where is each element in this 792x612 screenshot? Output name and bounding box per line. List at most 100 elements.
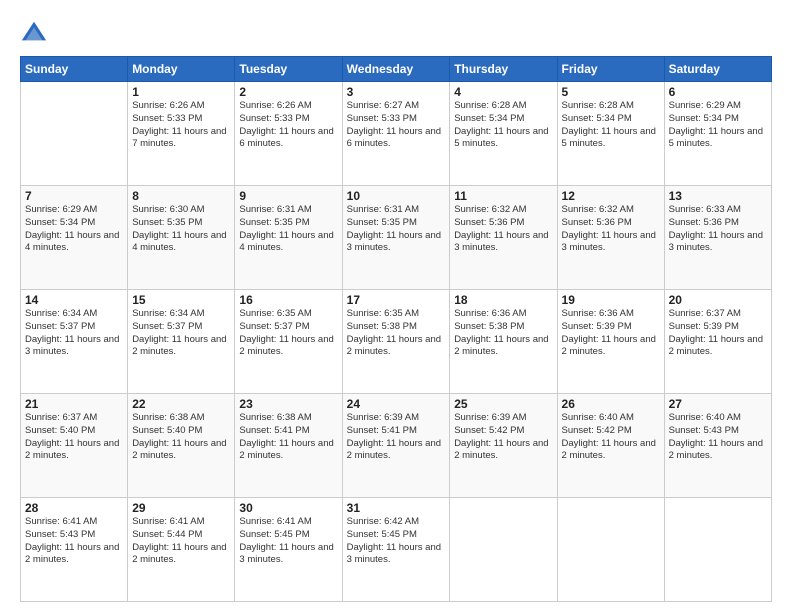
cell-info: Sunrise: 6:36 AMSunset: 5:38 PMDaylight:… (454, 308, 552, 359)
cell-info: Sunrise: 6:26 AMSunset: 5:33 PMDaylight:… (239, 100, 337, 151)
weekday-header: Monday (128, 57, 235, 82)
header (20, 18, 772, 46)
weekday-header: Friday (557, 57, 664, 82)
day-number: 4 (454, 85, 552, 99)
cell-info: Sunrise: 6:41 AMSunset: 5:43 PMDaylight:… (25, 516, 123, 567)
day-number: 9 (239, 189, 337, 203)
day-number: 18 (454, 293, 552, 307)
day-number: 5 (562, 85, 660, 99)
cell-info: Sunrise: 6:37 AMSunset: 5:40 PMDaylight:… (25, 412, 123, 463)
calendar-cell: 26 Sunrise: 6:40 AMSunset: 5:42 PMDaylig… (557, 394, 664, 498)
cell-info: Sunrise: 6:35 AMSunset: 5:38 PMDaylight:… (347, 308, 446, 359)
cell-info: Sunrise: 6:38 AMSunset: 5:41 PMDaylight:… (239, 412, 337, 463)
day-number: 17 (347, 293, 446, 307)
calendar-cell: 5 Sunrise: 6:28 AMSunset: 5:34 PMDayligh… (557, 82, 664, 186)
day-number: 19 (562, 293, 660, 307)
calendar-week-row: 21 Sunrise: 6:37 AMSunset: 5:40 PMDaylig… (21, 394, 772, 498)
calendar-cell: 4 Sunrise: 6:28 AMSunset: 5:34 PMDayligh… (450, 82, 557, 186)
weekday-header: Sunday (21, 57, 128, 82)
calendar-cell: 13 Sunrise: 6:33 AMSunset: 5:36 PMDaylig… (664, 186, 771, 290)
cell-info: Sunrise: 6:40 AMSunset: 5:43 PMDaylight:… (669, 412, 767, 463)
day-number: 29 (132, 501, 230, 515)
day-number: 13 (669, 189, 767, 203)
calendar-week-row: 28 Sunrise: 6:41 AMSunset: 5:43 PMDaylig… (21, 498, 772, 602)
cell-info: Sunrise: 6:31 AMSunset: 5:35 PMDaylight:… (347, 204, 446, 255)
cell-info: Sunrise: 6:29 AMSunset: 5:34 PMDaylight:… (25, 204, 123, 255)
calendar-cell: 10 Sunrise: 6:31 AMSunset: 5:35 PMDaylig… (342, 186, 450, 290)
cell-info: Sunrise: 6:32 AMSunset: 5:36 PMDaylight:… (562, 204, 660, 255)
calendar-cell: 23 Sunrise: 6:38 AMSunset: 5:41 PMDaylig… (235, 394, 342, 498)
cell-info: Sunrise: 6:26 AMSunset: 5:33 PMDaylight:… (132, 100, 230, 151)
day-number: 31 (347, 501, 446, 515)
calendar-cell: 19 Sunrise: 6:36 AMSunset: 5:39 PMDaylig… (557, 290, 664, 394)
day-number: 14 (25, 293, 123, 307)
calendar-cell: 14 Sunrise: 6:34 AMSunset: 5:37 PMDaylig… (21, 290, 128, 394)
calendar-cell: 24 Sunrise: 6:39 AMSunset: 5:41 PMDaylig… (342, 394, 450, 498)
day-number: 27 (669, 397, 767, 411)
day-number: 16 (239, 293, 337, 307)
calendar-cell: 28 Sunrise: 6:41 AMSunset: 5:43 PMDaylig… (21, 498, 128, 602)
cell-info: Sunrise: 6:30 AMSunset: 5:35 PMDaylight:… (132, 204, 230, 255)
calendar-cell: 22 Sunrise: 6:38 AMSunset: 5:40 PMDaylig… (128, 394, 235, 498)
cell-info: Sunrise: 6:40 AMSunset: 5:42 PMDaylight:… (562, 412, 660, 463)
calendar-cell (664, 498, 771, 602)
calendar-week-row: 14 Sunrise: 6:34 AMSunset: 5:37 PMDaylig… (21, 290, 772, 394)
calendar-cell: 3 Sunrise: 6:27 AMSunset: 5:33 PMDayligh… (342, 82, 450, 186)
calendar-cell: 20 Sunrise: 6:37 AMSunset: 5:39 PMDaylig… (664, 290, 771, 394)
day-number: 7 (25, 189, 123, 203)
calendar-cell: 27 Sunrise: 6:40 AMSunset: 5:43 PMDaylig… (664, 394, 771, 498)
calendar-cell: 11 Sunrise: 6:32 AMSunset: 5:36 PMDaylig… (450, 186, 557, 290)
cell-info: Sunrise: 6:39 AMSunset: 5:41 PMDaylight:… (347, 412, 446, 463)
calendar-cell (450, 498, 557, 602)
day-number: 11 (454, 189, 552, 203)
weekday-header: Wednesday (342, 57, 450, 82)
calendar-cell: 1 Sunrise: 6:26 AMSunset: 5:33 PMDayligh… (128, 82, 235, 186)
weekday-header: Tuesday (235, 57, 342, 82)
day-number: 28 (25, 501, 123, 515)
calendar-cell: 21 Sunrise: 6:37 AMSunset: 5:40 PMDaylig… (21, 394, 128, 498)
calendar: SundayMondayTuesdayWednesdayThursdayFrid… (20, 56, 772, 602)
day-number: 22 (132, 397, 230, 411)
calendar-cell: 31 Sunrise: 6:42 AMSunset: 5:45 PMDaylig… (342, 498, 450, 602)
logo-icon (20, 18, 48, 46)
day-number: 15 (132, 293, 230, 307)
calendar-week-row: 1 Sunrise: 6:26 AMSunset: 5:33 PMDayligh… (21, 82, 772, 186)
calendar-cell: 18 Sunrise: 6:36 AMSunset: 5:38 PMDaylig… (450, 290, 557, 394)
day-number: 10 (347, 189, 446, 203)
day-number: 25 (454, 397, 552, 411)
day-number: 20 (669, 293, 767, 307)
day-number: 26 (562, 397, 660, 411)
day-number: 6 (669, 85, 767, 99)
calendar-cell: 17 Sunrise: 6:35 AMSunset: 5:38 PMDaylig… (342, 290, 450, 394)
calendar-cell: 8 Sunrise: 6:30 AMSunset: 5:35 PMDayligh… (128, 186, 235, 290)
page: SundayMondayTuesdayWednesdayThursdayFrid… (0, 0, 792, 612)
cell-info: Sunrise: 6:28 AMSunset: 5:34 PMDaylight:… (562, 100, 660, 151)
calendar-cell (557, 498, 664, 602)
cell-info: Sunrise: 6:28 AMSunset: 5:34 PMDaylight:… (454, 100, 552, 151)
weekday-header: Saturday (664, 57, 771, 82)
calendar-cell: 15 Sunrise: 6:34 AMSunset: 5:37 PMDaylig… (128, 290, 235, 394)
calendar-cell: 25 Sunrise: 6:39 AMSunset: 5:42 PMDaylig… (450, 394, 557, 498)
day-number: 8 (132, 189, 230, 203)
day-number: 2 (239, 85, 337, 99)
calendar-cell: 30 Sunrise: 6:41 AMSunset: 5:45 PMDaylig… (235, 498, 342, 602)
logo (20, 18, 52, 46)
cell-info: Sunrise: 6:34 AMSunset: 5:37 PMDaylight:… (25, 308, 123, 359)
day-number: 3 (347, 85, 446, 99)
cell-info: Sunrise: 6:27 AMSunset: 5:33 PMDaylight:… (347, 100, 446, 151)
cell-info: Sunrise: 6:31 AMSunset: 5:35 PMDaylight:… (239, 204, 337, 255)
cell-info: Sunrise: 6:38 AMSunset: 5:40 PMDaylight:… (132, 412, 230, 463)
cell-info: Sunrise: 6:36 AMSunset: 5:39 PMDaylight:… (562, 308, 660, 359)
day-number: 21 (25, 397, 123, 411)
cell-info: Sunrise: 6:42 AMSunset: 5:45 PMDaylight:… (347, 516, 446, 567)
calendar-cell (21, 82, 128, 186)
calendar-cell: 6 Sunrise: 6:29 AMSunset: 5:34 PMDayligh… (664, 82, 771, 186)
day-number: 24 (347, 397, 446, 411)
calendar-cell: 12 Sunrise: 6:32 AMSunset: 5:36 PMDaylig… (557, 186, 664, 290)
calendar-cell: 16 Sunrise: 6:35 AMSunset: 5:37 PMDaylig… (235, 290, 342, 394)
cell-info: Sunrise: 6:41 AMSunset: 5:44 PMDaylight:… (132, 516, 230, 567)
day-number: 30 (239, 501, 337, 515)
cell-info: Sunrise: 6:41 AMSunset: 5:45 PMDaylight:… (239, 516, 337, 567)
day-number: 12 (562, 189, 660, 203)
weekday-header: Thursday (450, 57, 557, 82)
